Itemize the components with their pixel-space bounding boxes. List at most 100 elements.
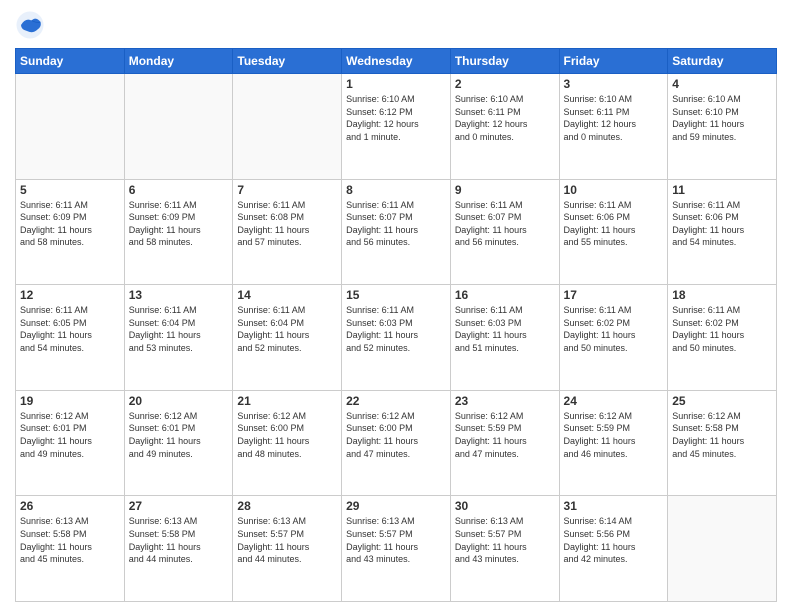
calendar-cell: 10 Sunrise: 6:11 AM Sunset: 6:06 PM Dayli… <box>559 179 668 285</box>
calendar-cell: 29 Sunrise: 6:13 AM Sunset: 5:57 PM Dayli… <box>342 496 451 602</box>
day-info: Sunrise: 6:12 AM Sunset: 6:01 PM Dayligh… <box>129 410 229 460</box>
calendar-cell: 13 Sunrise: 6:11 AM Sunset: 6:04 PM Dayli… <box>124 285 233 391</box>
calendar-cell: 25Sunrise: 6:12 AM Sunset: 5:58 PM Dayli… <box>668 390 777 496</box>
day-info: Sunrise: 6:11 AM Sunset: 6:05 PM Dayligh… <box>20 304 120 354</box>
calendar-cell: 11Sunrise: 6:11 AM Sunset: 6:06 PM Dayli… <box>668 179 777 285</box>
day-number: 24 <box>564 394 664 408</box>
day-number: 2 <box>455 77 555 91</box>
day-info: Sunrise: 6:11 AM Sunset: 6:07 PM Dayligh… <box>346 199 446 249</box>
day-number: 28 <box>237 499 337 513</box>
calendar-cell: 24 Sunrise: 6:12 AM Sunset: 5:59 PM Dayli… <box>559 390 668 496</box>
day-info: Sunrise: 6:10 AM Sunset: 6:11 PM Dayligh… <box>564 93 664 143</box>
calendar-cell: 16 Sunrise: 6:11 AM Sunset: 6:03 PM Dayli… <box>450 285 559 391</box>
calendar-cell: 20 Sunrise: 6:12 AM Sunset: 6:01 PM Dayli… <box>124 390 233 496</box>
day-info: Sunrise: 6:13 AM Sunset: 5:57 PM Dayligh… <box>237 515 337 565</box>
calendar-cell <box>668 496 777 602</box>
calendar-cell <box>16 74 125 180</box>
logo-icon <box>15 10 45 40</box>
calendar-cell: 7 Sunrise: 6:11 AM Sunset: 6:08 PM Daylig… <box>233 179 342 285</box>
day-info: Sunrise: 6:13 AM Sunset: 5:57 PM Dayligh… <box>455 515 555 565</box>
day-number: 31 <box>564 499 664 513</box>
calendar-cell: 23Sunrise: 6:12 AM Sunset: 5:59 PM Dayli… <box>450 390 559 496</box>
day-number: 3 <box>564 77 664 91</box>
calendar-cell: 6 Sunrise: 6:11 AM Sunset: 6:09 PM Daylig… <box>124 179 233 285</box>
calendar-cell: 12 Sunrise: 6:11 AM Sunset: 6:05 PM Dayli… <box>16 285 125 391</box>
calendar-cell: 8 Sunrise: 6:11 AM Sunset: 6:07 PM Daylig… <box>342 179 451 285</box>
day-number: 1 <box>346 77 446 91</box>
calendar-cell: 27 Sunrise: 6:13 AM Sunset: 5:58 PM Dayli… <box>124 496 233 602</box>
day-info: Sunrise: 6:12 AM Sunset: 6:00 PM Dayligh… <box>237 410 337 460</box>
day-number: 27 <box>129 499 229 513</box>
calendar-cell: 19 Sunrise: 6:12 AM Sunset: 6:01 PM Dayli… <box>16 390 125 496</box>
weekday-sunday: Sunday <box>16 49 125 74</box>
calendar-week-1: 5 Sunrise: 6:11 AM Sunset: 6:09 PM Daylig… <box>16 179 777 285</box>
calendar-table: SundayMondayTuesdayWednesdayThursdayFrid… <box>15 48 777 602</box>
calendar-cell: 17Sunrise: 6:11 AM Sunset: 6:02 PM Dayli… <box>559 285 668 391</box>
day-info: Sunrise: 6:13 AM Sunset: 5:57 PM Dayligh… <box>346 515 446 565</box>
day-info: Sunrise: 6:11 AM Sunset: 6:08 PM Dayligh… <box>237 199 337 249</box>
weekday-thursday: Thursday <box>450 49 559 74</box>
day-info: Sunrise: 6:13 AM Sunset: 5:58 PM Dayligh… <box>20 515 120 565</box>
day-number: 17 <box>564 288 664 302</box>
calendar-cell: 28 Sunrise: 6:13 AM Sunset: 5:57 PM Dayli… <box>233 496 342 602</box>
calendar-week-3: 19 Sunrise: 6:12 AM Sunset: 6:01 PM Dayli… <box>16 390 777 496</box>
day-info: Sunrise: 6:14 AM Sunset: 5:56 PM Dayligh… <box>564 515 664 565</box>
day-info: Sunrise: 6:12 AM Sunset: 5:59 PM Dayligh… <box>564 410 664 460</box>
day-number: 15 <box>346 288 446 302</box>
calendar-cell: 3 Sunrise: 6:10 AM Sunset: 6:11 PM Daylig… <box>559 74 668 180</box>
day-info: Sunrise: 6:11 AM Sunset: 6:09 PM Dayligh… <box>20 199 120 249</box>
calendar-cell: 4Sunrise: 6:10 AM Sunset: 6:10 PM Daylig… <box>668 74 777 180</box>
day-info: Sunrise: 6:11 AM Sunset: 6:07 PM Dayligh… <box>455 199 555 249</box>
day-number: 10 <box>564 183 664 197</box>
day-number: 23 <box>455 394 555 408</box>
weekday-monday: Monday <box>124 49 233 74</box>
day-info: Sunrise: 6:11 AM Sunset: 6:06 PM Dayligh… <box>564 199 664 249</box>
day-number: 18 <box>672 288 772 302</box>
day-number: 22 <box>346 394 446 408</box>
calendar-cell: 5 Sunrise: 6:11 AM Sunset: 6:09 PM Daylig… <box>16 179 125 285</box>
calendar-cell: 30 Sunrise: 6:13 AM Sunset: 5:57 PM Dayli… <box>450 496 559 602</box>
calendar-cell <box>124 74 233 180</box>
day-number: 9 <box>455 183 555 197</box>
day-number: 13 <box>129 288 229 302</box>
day-number: 8 <box>346 183 446 197</box>
calendar-cell: 15Sunrise: 6:11 AM Sunset: 6:03 PM Dayli… <box>342 285 451 391</box>
calendar-cell: 22 Sunrise: 6:12 AM Sunset: 6:00 PM Dayli… <box>342 390 451 496</box>
calendar-cell: 2 Sunrise: 6:10 AM Sunset: 6:11 PM Daylig… <box>450 74 559 180</box>
weekday-saturday: Saturday <box>668 49 777 74</box>
calendar-cell: 26 Sunrise: 6:13 AM Sunset: 5:58 PM Dayli… <box>16 496 125 602</box>
day-info: Sunrise: 6:12 AM Sunset: 6:01 PM Dayligh… <box>20 410 120 460</box>
day-info: Sunrise: 6:11 AM Sunset: 6:04 PM Dayligh… <box>237 304 337 354</box>
day-number: 6 <box>129 183 229 197</box>
day-info: Sunrise: 6:10 AM Sunset: 6:12 PM Dayligh… <box>346 93 446 143</box>
day-number: 30 <box>455 499 555 513</box>
weekday-wednesday: Wednesday <box>342 49 451 74</box>
day-number: 29 <box>346 499 446 513</box>
day-info: Sunrise: 6:11 AM Sunset: 6:09 PM Dayligh… <box>129 199 229 249</box>
day-number: 12 <box>20 288 120 302</box>
day-number: 16 <box>455 288 555 302</box>
day-number: 26 <box>20 499 120 513</box>
calendar-cell: 14Sunrise: 6:11 AM Sunset: 6:04 PM Dayli… <box>233 285 342 391</box>
weekday-header-row: SundayMondayTuesdayWednesdayThursdayFrid… <box>16 49 777 74</box>
day-number: 5 <box>20 183 120 197</box>
logo <box>15 10 49 40</box>
day-info: Sunrise: 6:10 AM Sunset: 6:11 PM Dayligh… <box>455 93 555 143</box>
day-number: 20 <box>129 394 229 408</box>
calendar-week-2: 12 Sunrise: 6:11 AM Sunset: 6:05 PM Dayli… <box>16 285 777 391</box>
calendar-cell: 31 Sunrise: 6:14 AM Sunset: 5:56 PM Dayli… <box>559 496 668 602</box>
day-info: Sunrise: 6:12 AM Sunset: 6:00 PM Dayligh… <box>346 410 446 460</box>
day-info: Sunrise: 6:11 AM Sunset: 6:04 PM Dayligh… <box>129 304 229 354</box>
calendar-week-0: 1 Sunrise: 6:10 AM Sunset: 6:12 PM Daylig… <box>16 74 777 180</box>
day-info: Sunrise: 6:12 AM Sunset: 5:58 PM Dayligh… <box>672 410 772 460</box>
day-number: 21 <box>237 394 337 408</box>
calendar-cell <box>233 74 342 180</box>
day-info: Sunrise: 6:13 AM Sunset: 5:58 PM Dayligh… <box>129 515 229 565</box>
day-info: Sunrise: 6:11 AM Sunset: 6:03 PM Dayligh… <box>455 304 555 354</box>
day-info: Sunrise: 6:11 AM Sunset: 6:02 PM Dayligh… <box>672 304 772 354</box>
day-info: Sunrise: 6:11 AM Sunset: 6:06 PM Dayligh… <box>672 199 772 249</box>
calendar-cell: 9 Sunrise: 6:11 AM Sunset: 6:07 PM Daylig… <box>450 179 559 285</box>
calendar-cell: 18 Sunrise: 6:11 AM Sunset: 6:02 PM Dayli… <box>668 285 777 391</box>
day-number: 19 <box>20 394 120 408</box>
day-number: 7 <box>237 183 337 197</box>
